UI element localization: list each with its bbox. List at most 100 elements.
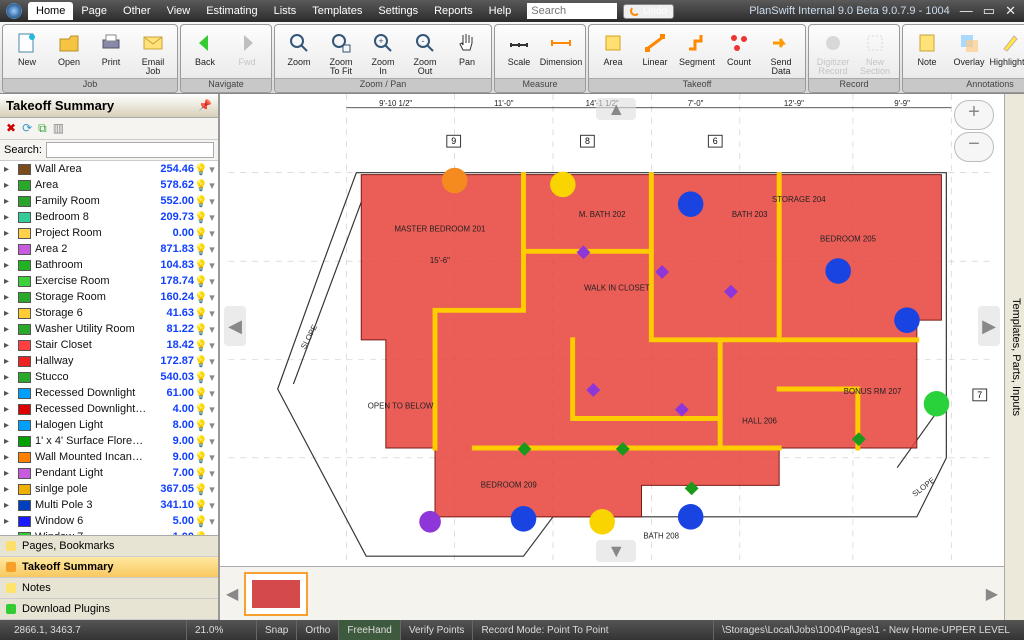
bulb-icon[interactable]: 💡	[194, 291, 206, 304]
tree-expand-icon[interactable]: ▸	[4, 260, 14, 271]
ribbon-new-button[interactable]: New	[7, 28, 47, 69]
bulb-icon[interactable]: 💡	[194, 323, 206, 336]
plan-canvas[interactable]: SLOPE SLOPE MASTER BEDROOM 201	[220, 94, 1004, 566]
tree-expand-icon[interactable]: ▸	[4, 372, 14, 383]
ribbon-open-button[interactable]: Open	[49, 28, 89, 69]
tree-item[interactable]: ▸Exercise Room178.74💡▾	[0, 273, 218, 289]
ribbon-linear-button[interactable]: Linear	[635, 28, 675, 69]
bulb-icon[interactable]: 💡	[194, 467, 206, 480]
sidebar-props-button[interactable]: ▥	[53, 121, 64, 136]
tree-item[interactable]: ▸sinlge pole367.05💡▾	[0, 481, 218, 497]
tree-info-icon[interactable]: ▾	[206, 195, 218, 208]
bulb-icon[interactable]: 💡	[194, 307, 206, 320]
tree-expand-icon[interactable]: ▸	[4, 356, 14, 367]
sidebar-add-button[interactable]: ⧉	[38, 121, 47, 136]
ribbon-scale-button[interactable]: Scale	[499, 28, 539, 69]
undo-button[interactable]: Undo	[623, 4, 674, 19]
ribbon-count-button[interactable]: Count	[719, 28, 759, 69]
tree-info-icon[interactable]: ▾	[206, 307, 218, 320]
bulb-icon[interactable]: 💡	[194, 355, 206, 368]
tree-item[interactable]: ▸Stucco540.03💡▾	[0, 369, 218, 385]
tree-item[interactable]: ▸Pendant Light7.00💡▾	[0, 465, 218, 481]
bulb-icon[interactable]: 💡	[194, 163, 206, 176]
sidebar-search-input[interactable]	[46, 142, 214, 158]
menu-help[interactable]: Help	[481, 2, 520, 20]
sidebar-delete-button[interactable]: ✖	[6, 121, 16, 136]
tree-info-icon[interactable]: ▾	[206, 227, 218, 240]
right-panel-collapsed[interactable]: Templates, Parts, Inputs	[1004, 94, 1024, 620]
ribbon-print-button[interactable]: Print	[91, 28, 131, 69]
ribbon-back-button[interactable]: Back	[185, 28, 225, 69]
status-freehand[interactable]: FreeHand	[338, 620, 399, 640]
tree-item[interactable]: ▸Family Room552.00💡▾	[0, 193, 218, 209]
menu-page[interactable]: Page	[73, 2, 115, 20]
bulb-icon[interactable]: 💡	[194, 211, 206, 224]
window-minimize-button[interactable]: —	[960, 3, 973, 19]
tree-expand-icon[interactable]: ▸	[4, 228, 14, 239]
tree-info-icon[interactable]: ▾	[206, 323, 218, 336]
tree-item[interactable]: ▸Halogen Light8.00💡▾	[0, 417, 218, 433]
tree-expand-icon[interactable]: ▸	[4, 308, 14, 319]
tree-expand-icon[interactable]: ▸	[4, 516, 14, 527]
tree-expand-icon[interactable]: ▸	[4, 500, 14, 511]
menu-settings[interactable]: Settings	[370, 2, 426, 20]
tree-item[interactable]: ▸Project Room0.00💡▾	[0, 225, 218, 241]
bulb-icon[interactable]: 💡	[194, 227, 206, 240]
menu-view[interactable]: View	[159, 2, 199, 20]
tree-expand-icon[interactable]: ▸	[4, 164, 14, 175]
menu-reports[interactable]: Reports	[426, 2, 481, 20]
tree-expand-icon[interactable]: ▸	[4, 484, 14, 495]
tree-expand-icon[interactable]: ▸	[4, 292, 14, 303]
bulb-icon[interactable]: 💡	[194, 403, 206, 416]
tree-item[interactable]: ▸Wall Mounted Incand…9.00💡▾	[0, 449, 218, 465]
pan-left-button[interactable]: ◀	[224, 306, 246, 346]
bulb-icon[interactable]: 💡	[194, 435, 206, 448]
tree-info-icon[interactable]: ▾	[206, 243, 218, 256]
tree-info-icon[interactable]: ▾	[206, 339, 218, 352]
ribbon-zoomout-button[interactable]: -ZoomOut	[405, 28, 445, 78]
ribbon-note-button[interactable]: Note	[907, 28, 947, 69]
status-ortho[interactable]: Ortho	[296, 620, 338, 640]
menu-search[interactable]	[527, 3, 617, 19]
side-tab-takeoff-summary[interactable]: Takeoff Summary	[0, 557, 218, 578]
tree-expand-icon[interactable]: ▸	[4, 212, 14, 223]
bulb-icon[interactable]: 💡	[194, 387, 206, 400]
tree-info-icon[interactable]: ▾	[206, 419, 218, 432]
side-tab-notes[interactable]: Notes	[0, 578, 218, 599]
menu-estimating[interactable]: Estimating	[198, 2, 265, 20]
ribbon-overlay-button[interactable]: Overlay	[949, 28, 989, 69]
tree-item[interactable]: ▸Bedroom 8209.73💡▾	[0, 209, 218, 225]
sidebar-pin-icon[interactable]: 📌	[198, 99, 212, 112]
zoom-out-button[interactable]: −	[954, 132, 994, 162]
tree-item[interactable]: ▸Stair Closet18.42💡▾	[0, 337, 218, 353]
tree-item[interactable]: ▸Recessed Downlight …4.00💡▾	[0, 401, 218, 417]
bulb-icon[interactable]: 💡	[194, 339, 206, 352]
tree-item[interactable]: ▸Washer Utility Room81.22💡▾	[0, 321, 218, 337]
tree-expand-icon[interactable]: ▸	[4, 196, 14, 207]
zoom-in-button[interactable]: +	[954, 100, 994, 130]
tree-expand-icon[interactable]: ▸	[4, 340, 14, 351]
ribbon-emailjob-button[interactable]: EmailJob	[133, 28, 173, 78]
thumb-prev-button[interactable]: ◀	[226, 584, 238, 604]
ribbon-zoomfit-button[interactable]: ZoomTo Fit	[321, 28, 361, 78]
tree-item[interactable]: ▸Recessed Downlight61.00💡▾	[0, 385, 218, 401]
tree-item[interactable]: ▸Area578.62💡▾	[0, 177, 218, 193]
tree-item[interactable]: ▸Hallway172.87💡▾	[0, 353, 218, 369]
ribbon-pan-button[interactable]: Pan	[447, 28, 487, 69]
tree-expand-icon[interactable]: ▸	[4, 404, 14, 415]
tree-expand-icon[interactable]: ▸	[4, 420, 14, 431]
bulb-icon[interactable]: 💡	[194, 515, 206, 528]
tree-expand-icon[interactable]: ▸	[4, 388, 14, 399]
sidebar-refresh-button[interactable]: ⟳	[22, 121, 32, 136]
tree-info-icon[interactable]: ▾	[206, 371, 218, 384]
tree-item[interactable]: ▸Bathroom104.83💡▾	[0, 257, 218, 273]
ribbon-zoom-button[interactable]: Zoom	[279, 28, 319, 69]
bulb-icon[interactable]: 💡	[194, 243, 206, 256]
bulb-icon[interactable]: 💡	[194, 195, 206, 208]
tree-item[interactable]: ▸Window 65.00💡▾	[0, 513, 218, 529]
menu-other[interactable]: Other	[115, 2, 159, 20]
page-thumbnail[interactable]	[244, 572, 308, 616]
takeoff-tree[interactable]: ▸Wall Area254.46💡▾▸Area578.62💡▾▸Family R…	[0, 161, 218, 535]
tree-info-icon[interactable]: ▾	[206, 275, 218, 288]
tree-expand-icon[interactable]: ▸	[4, 468, 14, 479]
